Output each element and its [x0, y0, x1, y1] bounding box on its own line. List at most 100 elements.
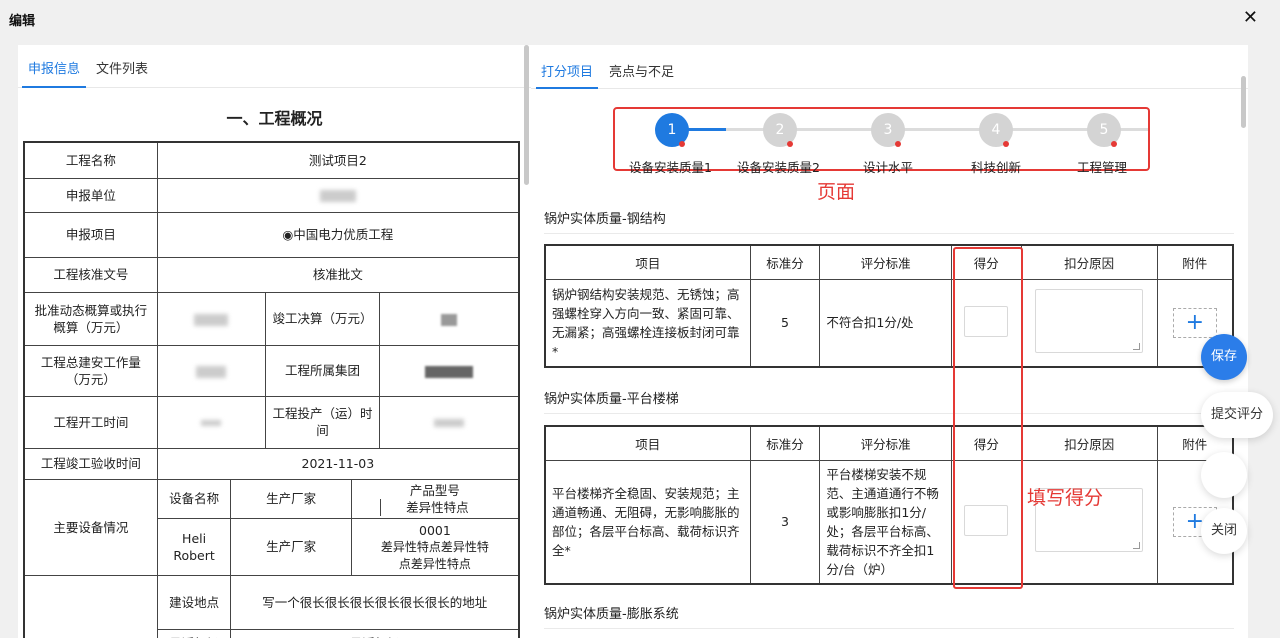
airport-label: 最近机场	[156, 628, 232, 638]
location-group-label	[23, 574, 158, 638]
equip-header-model: 产品型号	[409, 482, 460, 498]
standard-score-value: 3	[749, 459, 821, 585]
equip-header-name: 设备名称	[156, 478, 232, 519]
divider	[544, 233, 1234, 234]
declaration-panel: 申报信息 文件列表 一、工程概况 工程名称 测试项目2 申报单位 申报项目 ◉中…	[18, 45, 531, 638]
annotation-fill-score: 填写得分	[1027, 487, 1104, 509]
doc-number-value: 核准批文	[156, 256, 520, 293]
group-title-stairs: 锅炉实体质量-平台楼梯	[544, 392, 679, 407]
equip-row-name: Heli Robert	[156, 517, 232, 576]
requirement-text: 平台楼梯齐全稳固、安装规范；主通道畅通、无阻碍，无影响膨胀的部位；各层平台标高、…	[544, 459, 751, 585]
tab-declaration-info[interactable]: 申报信息	[28, 58, 80, 77]
doc-number-label: 工程核准文号	[23, 256, 158, 293]
divider	[544, 628, 1234, 629]
project-name-label: 工程名称	[23, 141, 158, 179]
header-item: 项目	[544, 425, 751, 461]
left-tabs: 申报信息 文件列表	[18, 45, 531, 88]
acceptance-time-label: 工程竣工验收时间	[23, 447, 158, 480]
right-scrollbar[interactable]	[1241, 76, 1246, 128]
reason-cell	[1020, 459, 1158, 585]
window-title: 编辑	[9, 14, 36, 29]
score-table-steel: 项目 标准分 评分标准 得分 扣分原因 附件 锅炉钢结构安装规范、无锈蚀；高强螺…	[544, 244, 1234, 368]
workload-label: 工程总建安工作量（万元）	[23, 344, 158, 397]
production-time-value	[378, 395, 520, 449]
requirement-text: 锅炉钢结构安装规范、无锈蚀；高强螺栓穿入方向一致、紧固可靠、无漏紧；高强螺栓连接…	[544, 278, 751, 368]
header-standard-score: 标准分	[749, 244, 821, 280]
header-deduction-reason: 扣分原因	[1020, 244, 1158, 280]
active-tab-indicator	[536, 87, 598, 89]
equip-header-model-and-diff: 产品型号 差异性特点	[350, 478, 520, 519]
equip-header-maker: 生产厂家	[230, 478, 352, 519]
group-value	[378, 344, 520, 397]
step-1-dot	[679, 141, 685, 147]
production-time-label: 工程投产（运）时间	[265, 395, 380, 449]
score-table-stairs: 项目 标准分 评分标准 得分 扣分原因 附件 平台楼梯齐全稳固、安装规范；主通道…	[544, 425, 1234, 585]
header-standard-score: 标准分	[749, 425, 821, 461]
item-value: ◉中国电力优质工程	[156, 211, 520, 258]
close-icon[interactable]: ✕	[1243, 7, 1258, 28]
header-attachment: 附件	[1156, 244, 1234, 280]
title-bar: 编辑 ✕	[0, 0, 1280, 37]
site-value: 写一个很长很长很长很长很长很长的地址	[230, 574, 520, 630]
blank-float-button[interactable]	[1201, 452, 1247, 498]
equip-row-model-and-diff: 0001 差异性特点差异性特点差异性特点	[350, 517, 520, 576]
start-time-value	[156, 395, 267, 449]
active-tab-indicator	[22, 86, 86, 88]
submit-score-button[interactable]: 提交评分	[1201, 392, 1273, 438]
final-account-label: 竣工决算（万元）	[265, 291, 380, 346]
step-2-label[interactable]: 设备安装质量2	[737, 157, 820, 176]
criteria-text: 平台楼梯安装不规范、主通道通行不畅或影响膨胀扣1分/处；各层平台标高、载荷标识不…	[819, 459, 952, 585]
divider	[544, 413, 1234, 414]
left-scrollbar[interactable]	[524, 45, 529, 185]
steps-bar: 1 设备安装质量1 2 设备安装质量2 3 设计水平 4 科技创新 5 工程管理	[613, 107, 1150, 175]
step-4-dot	[1003, 141, 1009, 147]
workload-value	[156, 344, 267, 397]
final-account-value	[378, 291, 520, 346]
equip-row-model: 0001	[419, 522, 451, 538]
reason-cell	[1020, 278, 1158, 368]
tab-scoring-items[interactable]: 打分项目	[541, 61, 593, 80]
project-overview-table: 工程名称 测试项目2 申报单位 申报项目 ◉中国电力优质工程 工程核准文号 核准…	[23, 141, 520, 638]
equip-row-diff: 差异性特点差异性特点差异性特点	[380, 539, 489, 571]
airport-value: 最近机场	[230, 628, 520, 638]
acceptance-time-value: 2021-11-03	[156, 447, 520, 480]
group-title-steel: 锅炉实体质量-钢结构	[544, 212, 666, 227]
budget-label: 批准动态概算或执行概算（万元）	[23, 291, 158, 346]
right-tabs: 打分项目 亮点与不足	[531, 45, 1248, 89]
equip-row-maker: 生产厂家	[230, 517, 352, 576]
unit-value	[156, 177, 520, 213]
equip-header-diff: 差异性特点	[379, 498, 490, 516]
project-name-value: 测试项目2	[156, 141, 520, 179]
tab-file-list[interactable]: 文件列表	[96, 58, 148, 77]
section-title: 一、工程概况	[226, 109, 323, 128]
add-attachment-button[interactable]: +	[1172, 307, 1217, 338]
group-label: 工程所属集团	[265, 344, 380, 397]
header-criteria: 评分标准	[819, 425, 952, 461]
tab-highlights[interactable]: 亮点与不足	[609, 61, 674, 80]
step-3-dot	[895, 141, 901, 147]
header-deduction-reason: 扣分原因	[1020, 425, 1158, 461]
step-3-label[interactable]: 设计水平	[863, 157, 913, 176]
group-title-expansion: 锅炉实体质量-膨胀系统	[544, 607, 679, 622]
site-label: 建设地点	[156, 574, 232, 630]
score-column-highlight	[953, 247, 1023, 589]
header-item: 项目	[544, 244, 751, 280]
step-4-label[interactable]: 科技创新	[971, 157, 1021, 176]
step-5-label[interactable]: 工程管理	[1077, 157, 1127, 176]
step-1-label[interactable]: 设备安装质量1	[629, 157, 712, 176]
item-label: 申报项目	[23, 211, 158, 258]
annotation-page: 页面	[817, 181, 856, 203]
header-criteria: 评分标准	[819, 244, 952, 280]
criteria-text: 不符合扣1分/处	[819, 278, 952, 368]
budget-value	[156, 291, 267, 346]
close-button[interactable]: 关闭	[1201, 508, 1247, 554]
save-button[interactable]: 保存	[1201, 334, 1247, 380]
deduction-reason-input[interactable]	[1035, 289, 1144, 354]
step-5-dot	[1111, 141, 1117, 147]
unit-label: 申报单位	[23, 177, 158, 213]
scoring-panel: 打分项目 亮点与不足 1 设备安装质量1 2 设备安装质量2 3 设计水平 4 …	[531, 45, 1248, 638]
equipment-label: 主要设备情况	[23, 478, 158, 576]
standard-score-value: 5	[749, 278, 821, 368]
start-time-label: 工程开工时间	[23, 395, 158, 449]
step-2-dot	[787, 141, 793, 147]
